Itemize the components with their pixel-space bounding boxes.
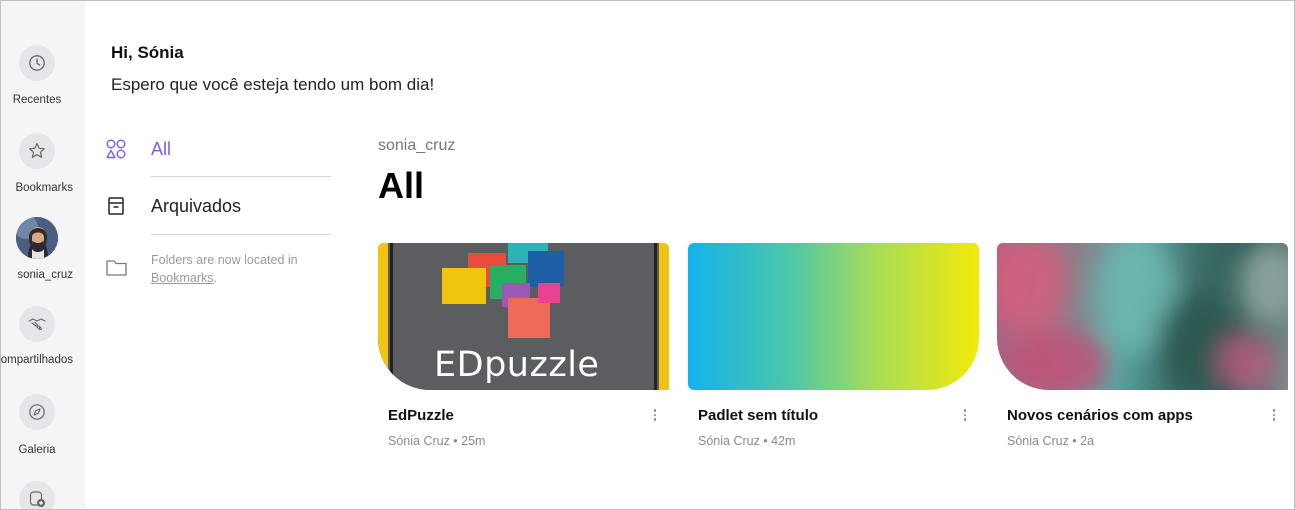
divider <box>151 234 331 235</box>
card-title[interactable]: EdPuzzle <box>388 407 454 424</box>
card-meta: Sónia Cruz • 25m <box>388 434 486 448</box>
more-options-icon[interactable] <box>958 405 972 425</box>
filter-all[interactable]: All <box>101 138 341 164</box>
rail-label: Galeria <box>18 444 56 456</box>
star-icon <box>19 133 55 169</box>
bookmarks-link[interactable]: Bookmarks <box>151 271 214 285</box>
folders-note: Folders are now located in Bookmarks. <box>151 251 341 287</box>
folder-icon <box>105 257 129 284</box>
rail-item-recentes[interactable]: Recentes <box>1 45 85 115</box>
more-options-icon[interactable] <box>648 405 662 425</box>
rail-label: Compartilhados <box>1 354 73 366</box>
thumbnail-logo-text: EDpuzzle <box>434 345 600 385</box>
rail-item-compartilhados[interactable]: Compartilhados <box>1 306 85 376</box>
filter-arquivados[interactable]: Arquivados <box>101 195 341 221</box>
card-meta: Sónia Cruz • 42m <box>698 434 796 448</box>
greeting-name: Hi, Sónia <box>111 43 184 62</box>
card-thumbnail[interactable] <box>688 243 979 390</box>
divider <box>151 176 331 177</box>
rail-item-bookmarks[interactable]: Bookmarks <box>1 133 85 203</box>
rail-label: Bookmarks <box>15 182 73 194</box>
new-padlet-icon <box>19 481 55 509</box>
rail-item-new-padlet[interactable] <box>1 481 85 509</box>
compass-icon <box>19 394 55 430</box>
greeting-message: Espero que você esteja tendo um bom dia! <box>111 75 435 94</box>
card-thumbnail[interactable]: EDpuzzle <box>378 243 669 390</box>
app-window: Recentes Bookmarks sonia_cruz ompartilha… <box>0 0 1295 510</box>
more-options-icon[interactable] <box>1267 405 1281 425</box>
rail-item-galeria[interactable]: Galeria <box>1 394 85 464</box>
folders-note-period: . <box>213 271 218 285</box>
archive-icon <box>105 195 127 217</box>
filter-arquivados-label: Arquivados <box>151 196 242 216</box>
clock-icon <box>19 45 55 81</box>
handshake-icon <box>19 306 55 342</box>
rail-label: Recentes <box>12 94 62 106</box>
rail-label: sonia_cruz <box>17 269 73 281</box>
rail-selection-notch <box>80 230 85 246</box>
owner-name: sonia_cruz <box>378 137 456 154</box>
shapes-icon <box>105 138 127 160</box>
page-title: All <box>378 165 425 206</box>
rail-item-profile[interactable]: sonia_cruz <box>1 217 85 287</box>
avatar <box>16 217 58 259</box>
card-thumbnail[interactable] <box>997 243 1288 390</box>
folders-note-text: Folders are now located in <box>151 253 298 267</box>
card-title[interactable]: Novos cenários com apps <box>1007 407 1193 424</box>
filter-all-label: All <box>151 139 172 159</box>
card-title[interactable]: Padlet sem título <box>698 407 818 424</box>
left-rail: Recentes Bookmarks sonia_cruz ompartilha… <box>1 1 85 509</box>
card-meta: Sónia Cruz • 2a <box>1007 434 1095 448</box>
